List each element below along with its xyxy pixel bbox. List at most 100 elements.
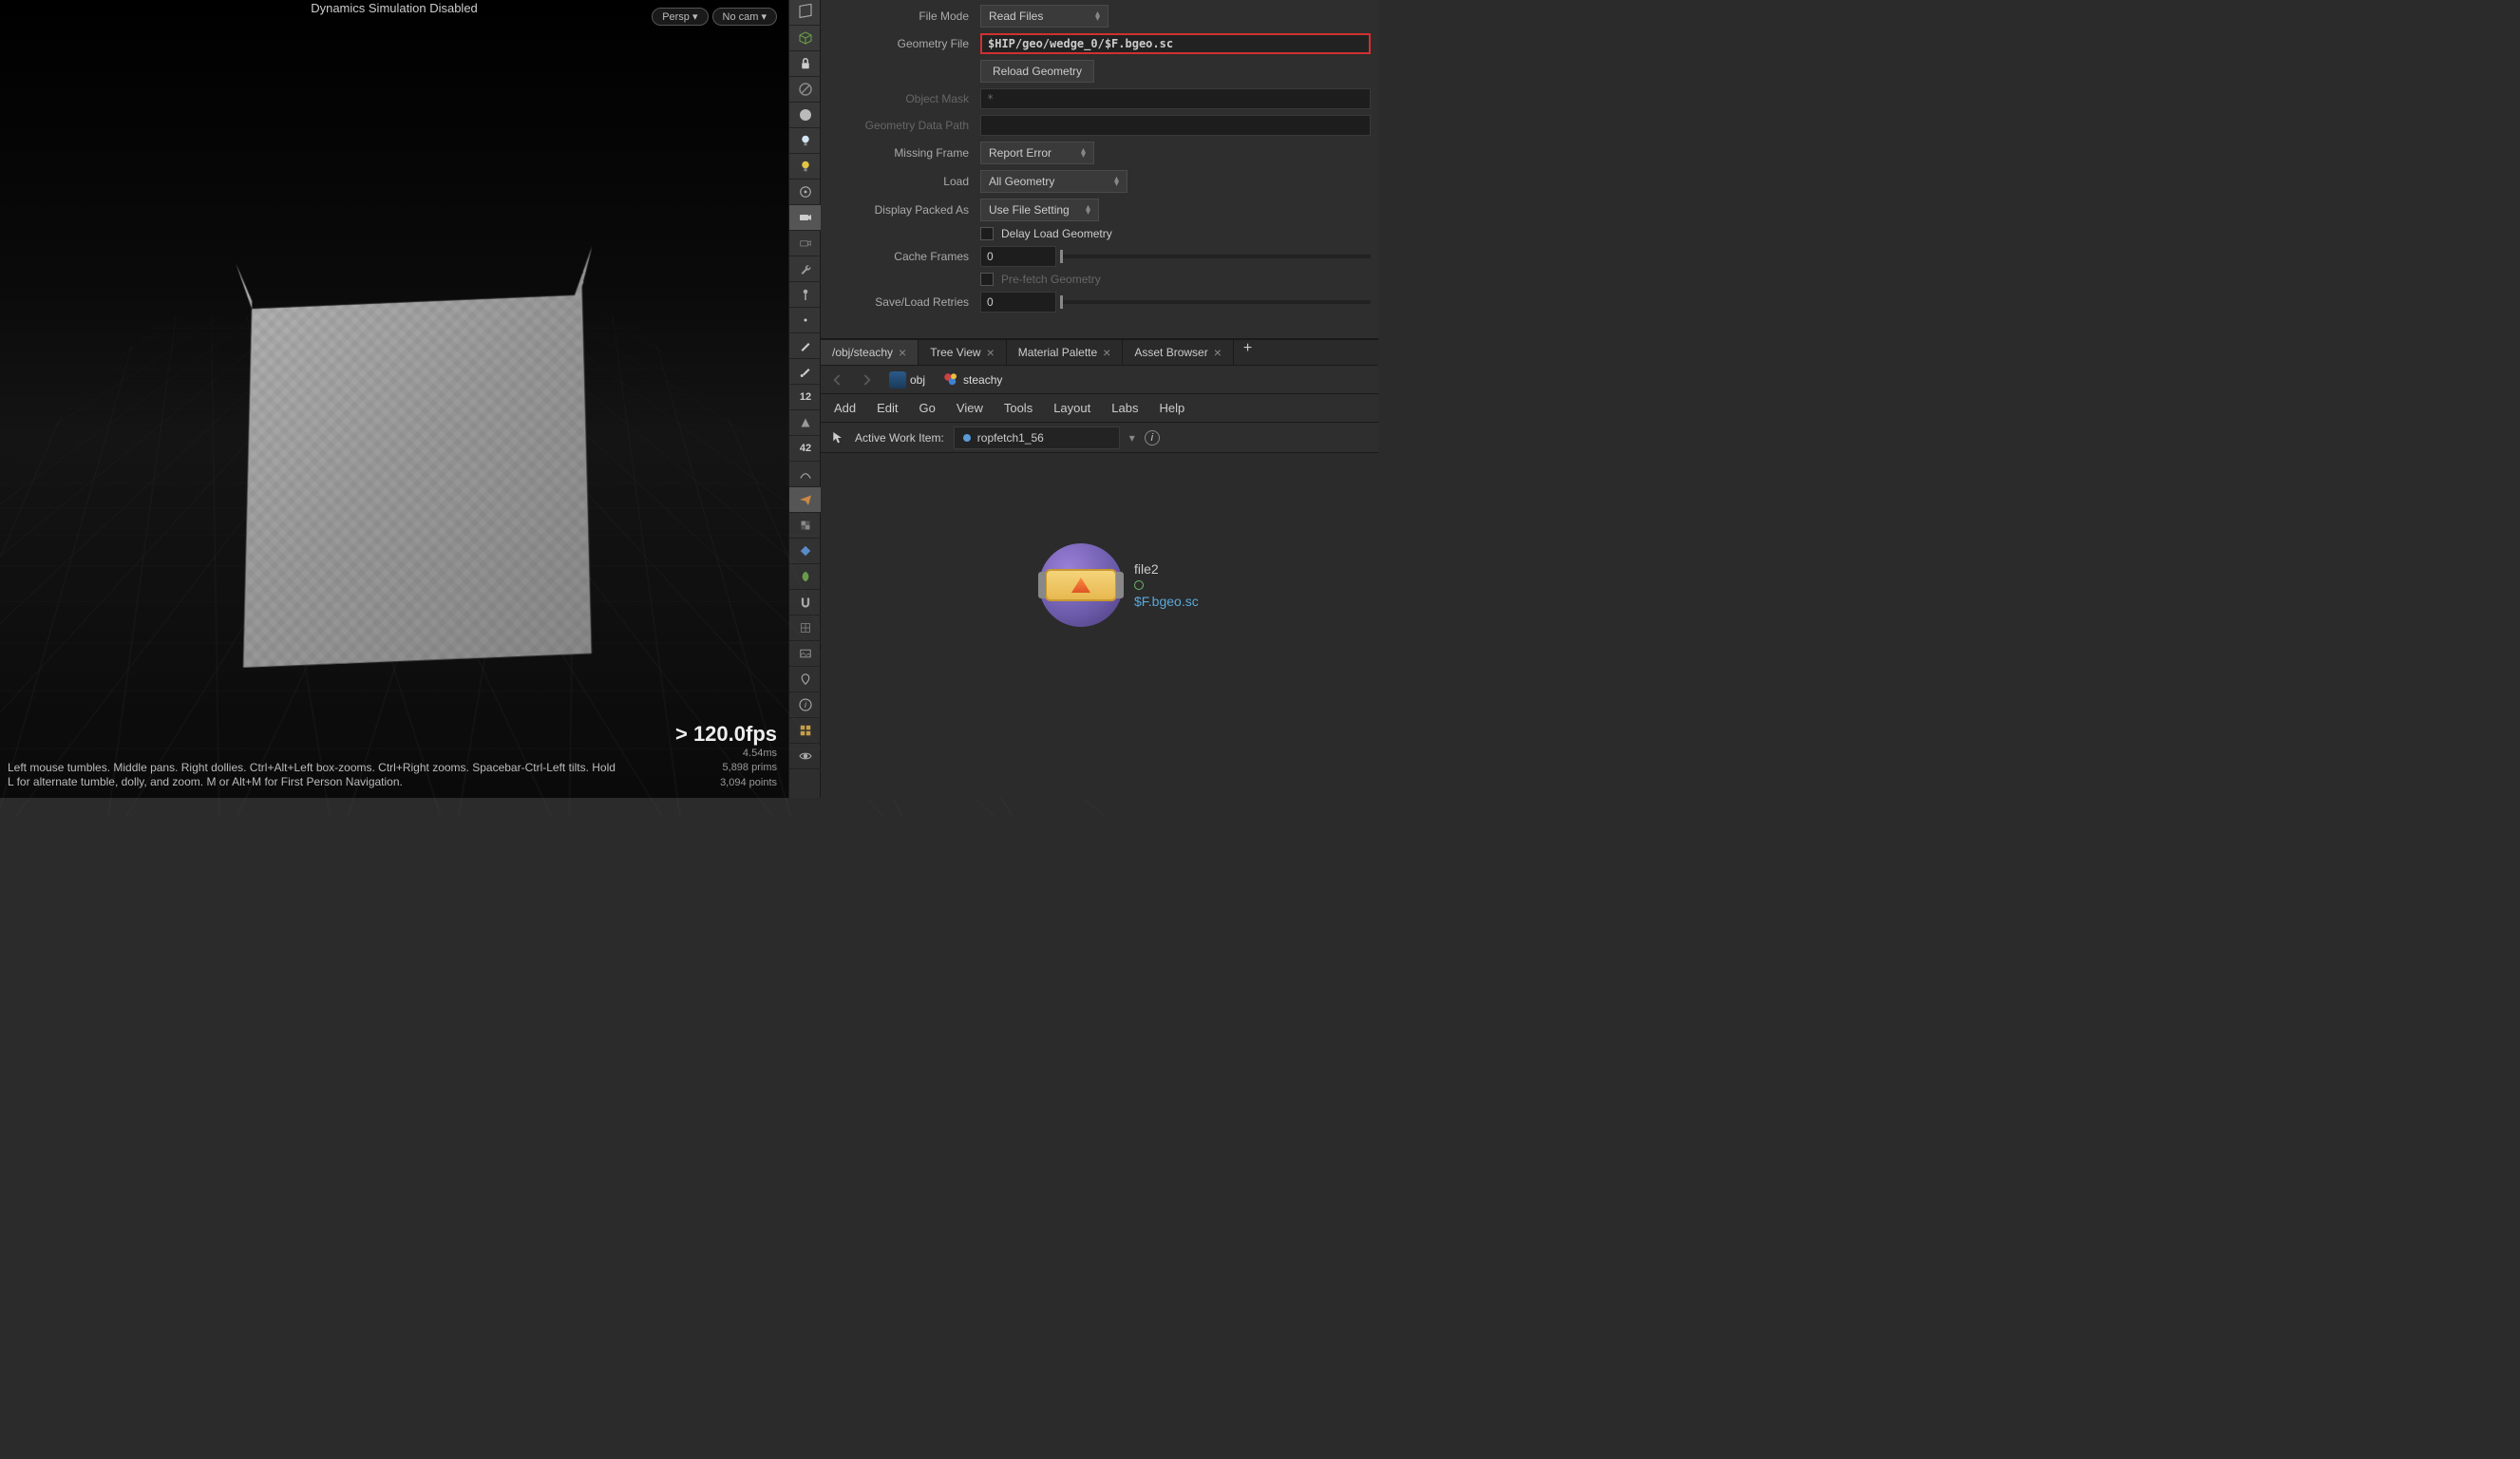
chevron-updown-icon: ▴▾ xyxy=(1095,11,1100,21)
viewport-help: Left mouse tumbles. Middle pans. Right d… xyxy=(8,761,617,790)
display-packed-label: Display Packed As xyxy=(828,203,980,217)
light-icon[interactable] xyxy=(789,128,822,154)
menu-tools[interactable]: Tools xyxy=(1004,401,1033,415)
file-node-icon xyxy=(1071,578,1090,593)
chevron-updown-icon: ▴▾ xyxy=(1086,205,1090,215)
node-file-label: $F.bgeo.sc xyxy=(1134,594,1199,609)
network-menu-bar: Add Edit Go View Tools Layout Labs Help xyxy=(821,394,1378,423)
chevron-updown-icon: ▴▾ xyxy=(1081,148,1086,158)
work-item-label: Active Work Item: xyxy=(855,431,944,445)
menu-go[interactable]: Go xyxy=(919,401,936,415)
info-icon[interactable]: i xyxy=(1145,430,1160,445)
wrench-icon[interactable] xyxy=(789,256,822,282)
pin-icon[interactable] xyxy=(789,282,822,308)
menu-add[interactable]: Add xyxy=(834,401,856,415)
close-icon[interactable]: × xyxy=(899,345,906,360)
paint-icon[interactable] xyxy=(789,359,822,385)
close-icon[interactable]: × xyxy=(1214,345,1222,360)
menu-view[interactable]: View xyxy=(957,401,983,415)
display-packed-select[interactable]: Use File Setting ▴▾ xyxy=(980,199,1099,221)
forward-button[interactable] xyxy=(855,369,878,391)
load-label: Load xyxy=(828,175,980,188)
num42-icon[interactable]: 42 xyxy=(789,436,822,462)
cursor-icon xyxy=(830,430,845,445)
work-item-select[interactable]: ropfetch1_56 xyxy=(954,426,1120,449)
geometry-file-input[interactable] xyxy=(980,33,1371,54)
reload-geometry-button[interactable]: Reload Geometry xyxy=(980,60,1094,83)
viewport-title: Dynamics Simulation Disabled xyxy=(311,1,478,15)
bulb-icon[interactable] xyxy=(789,154,822,180)
cache-frames-slider[interactable] xyxy=(1060,255,1371,258)
viewport[interactable]: Dynamics Simulation Disabled Persp ▾ No … xyxy=(0,0,788,798)
node-output-flag[interactable] xyxy=(1134,580,1144,590)
parameter-panel: File Mode Read Files ▴▾ Geometry File Re… xyxy=(821,0,1378,339)
chevron-down-icon[interactable]: ▾ xyxy=(1129,431,1135,445)
geo-icon[interactable] xyxy=(789,180,822,205)
menu-labs[interactable]: Labs xyxy=(1111,401,1138,415)
close-icon[interactable]: × xyxy=(1103,345,1110,360)
persp-icon[interactable] xyxy=(789,0,822,26)
num12-icon[interactable]: 12 xyxy=(789,385,822,410)
missing-frame-label: Missing Frame xyxy=(828,146,980,160)
missing-frame-select[interactable]: Report Error ▴▾ xyxy=(980,142,1094,164)
frame-time: 4.54ms xyxy=(675,747,777,761)
path-steachy[interactable]: steachy xyxy=(937,369,1008,390)
work-item-bar: Active Work Item: ropfetch1_56 ▾ i xyxy=(821,423,1378,453)
close-icon[interactable]: × xyxy=(987,345,995,360)
menu-help[interactable]: Help xyxy=(1159,401,1184,415)
load-select[interactable]: All Geometry ▴▾ xyxy=(980,170,1127,193)
tab-obj-steachy[interactable]: /obj/steachy × xyxy=(821,340,919,365)
menu-layout[interactable]: Layout xyxy=(1053,401,1090,415)
path-bar: obj steachy xyxy=(821,366,1378,394)
node-name-label: file2 xyxy=(1134,561,1199,577)
node-file2[interactable]: file2 $F.bgeo.sc xyxy=(1039,543,1199,627)
path-obj[interactable]: obj xyxy=(883,369,931,390)
object-mask-input[interactable] xyxy=(980,88,1371,109)
lock-icon[interactable] xyxy=(789,51,822,77)
prefetch-checkbox[interactable] xyxy=(980,273,994,286)
dot-icon[interactable] xyxy=(789,308,822,333)
chevron-updown-icon: ▴▾ xyxy=(1114,177,1119,186)
knife-icon[interactable] xyxy=(789,333,822,359)
object-mask-label: Object Mask xyxy=(828,92,980,105)
node-body[interactable] xyxy=(1045,569,1117,601)
network-tabs: /obj/steachy × Tree View × Material Pale… xyxy=(821,339,1378,366)
geometry-file-label: Geometry File xyxy=(828,37,980,50)
delay-load-label: Delay Load Geometry xyxy=(1001,227,1112,240)
tab-asset-browser[interactable]: Asset Browser × xyxy=(1123,340,1234,365)
no-icon[interactable] xyxy=(789,77,822,103)
delay-load-checkbox[interactable] xyxy=(980,227,994,240)
tab-material-palette[interactable]: Material Palette × xyxy=(1007,340,1124,365)
curve-icon[interactable] xyxy=(789,462,822,487)
cube-icon[interactable] xyxy=(789,26,822,51)
persp-menu[interactable]: Persp ▾ xyxy=(652,8,708,26)
cache-frames-label: Cache Frames xyxy=(828,250,980,263)
node-display-flag[interactable] xyxy=(1039,543,1123,627)
back-button[interactable] xyxy=(826,369,849,391)
sculpt-icon[interactable] xyxy=(789,410,822,436)
prim-count: 5,898 prims xyxy=(675,761,777,775)
sphere-icon[interactable] xyxy=(789,103,822,128)
add-tab-button[interactable]: + xyxy=(1234,340,1261,365)
retries-input[interactable] xyxy=(980,292,1056,313)
prefetch-label: Pre-fetch Geometry xyxy=(1001,273,1101,286)
cam2-icon[interactable] xyxy=(789,231,822,256)
geo-data-path-label: Geometry Data Path xyxy=(828,119,980,132)
work-item-dot-icon xyxy=(962,433,972,443)
retries-slider[interactable] xyxy=(1060,300,1371,304)
geo-network-icon xyxy=(942,371,959,388)
geo-data-path-input[interactable] xyxy=(980,115,1371,136)
file-mode-select[interactable]: Read Files ▴▾ xyxy=(980,5,1108,28)
file-mode-label: File Mode xyxy=(828,9,980,23)
cache-frames-input[interactable] xyxy=(980,246,1056,267)
right-panel: File Mode Read Files ▴▾ Geometry File Re… xyxy=(821,0,1378,798)
network-view[interactable]: file2 $F.bgeo.sc xyxy=(821,453,1378,798)
fps-display: > 120.0fps xyxy=(675,722,777,747)
camera-menu[interactable]: No cam ▾ xyxy=(712,8,777,26)
menu-edit[interactable]: Edit xyxy=(877,401,898,415)
tab-tree-view[interactable]: Tree View × xyxy=(919,340,1007,365)
cloth-geometry xyxy=(225,246,604,672)
point-count: 3,094 points xyxy=(675,776,777,790)
obj-icon xyxy=(889,371,906,388)
camera-icon[interactable] xyxy=(789,205,822,231)
